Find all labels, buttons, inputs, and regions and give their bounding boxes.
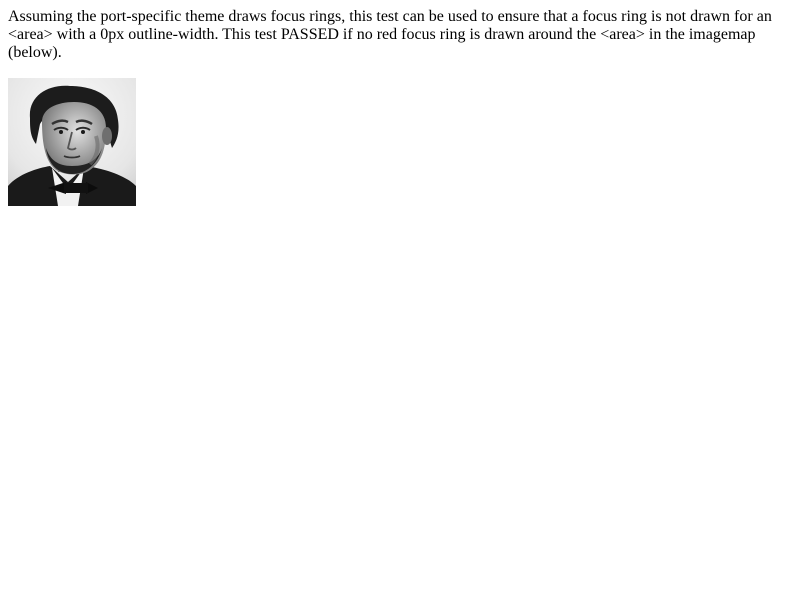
portrait-photo-icon [8,78,136,206]
imagemap-area[interactable] [8,78,136,206]
test-description: Assuming the port-specific theme draws f… [8,8,772,61]
test-page: Assuming the port-specific theme draws f… [0,0,800,600]
